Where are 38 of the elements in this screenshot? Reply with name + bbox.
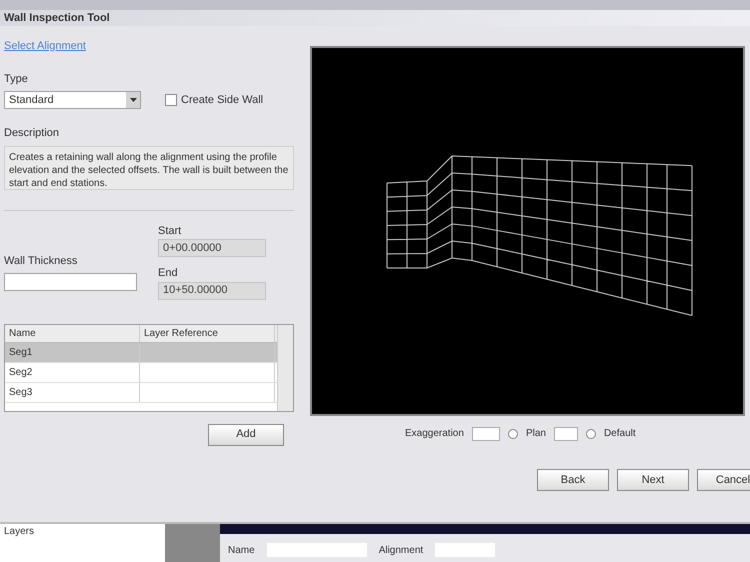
column-header[interactable]: Name — [5, 324, 140, 342]
splitter-panel — [165, 524, 220, 562]
default-radio[interactable] — [586, 428, 596, 438]
thickness-field[interactable] — [4, 273, 137, 291]
type-label: Type — [4, 72, 29, 86]
plan-radio[interactable] — [508, 428, 518, 438]
side-wall-label: Create Side Wall — [181, 92, 264, 108]
exaggeration-field[interactable] — [472, 426, 500, 440]
add-button[interactable]: Add — [208, 424, 284, 446]
wizard-button[interactable]: Back — [537, 469, 609, 491]
table-row[interactable]: Seg2 — [5, 362, 277, 382]
description-label: Description — [4, 126, 60, 141]
side-wall-checkbox[interactable] — [165, 94, 177, 106]
description-text: Creates a retaining wall along the alignment using the profile elevation and the selected offsets. The wall is built between the start and end stations. — [4, 146, 294, 190]
column-header[interactable]: Layer Reference — [140, 324, 275, 342]
type-dropdown[interactable]: Standard — [4, 91, 141, 109]
start-field: 0+00.00000 — [158, 239, 266, 257]
wizard-button[interactable]: Next — [617, 469, 689, 491]
table-cell: Seg2 — [5, 362, 140, 382]
plan-label: Plan — [526, 427, 546, 441]
exaggeration-label: Exaggeration — [405, 427, 464, 441]
panel-label: Layers — [4, 526, 34, 537]
alignment-label: Alignment — [378, 544, 424, 558]
start-label: Start — [158, 224, 182, 238]
name-label: Name — [228, 544, 255, 558]
end-field: 10+50.00000 — [158, 282, 266, 300]
plan-field[interactable] — [554, 426, 578, 440]
table-row[interactable]: Seg3 — [5, 382, 277, 402]
table-cell: Seg1 — [5, 342, 140, 362]
default-label: Default — [604, 427, 636, 441]
table-row[interactable]: Seg1 — [5, 342, 277, 362]
scrollbar[interactable] — [277, 324, 293, 410]
window-title: Wall Inspection Tool — [4, 10, 110, 26]
end-label: End — [158, 266, 179, 281]
table-cell: Seg3 — [5, 382, 140, 402]
dropdown-arrow-icon — [130, 98, 136, 102]
thickness-label: Wall Thickness — [4, 254, 78, 268]
wizard-button[interactable]: Cancel — [697, 469, 750, 491]
